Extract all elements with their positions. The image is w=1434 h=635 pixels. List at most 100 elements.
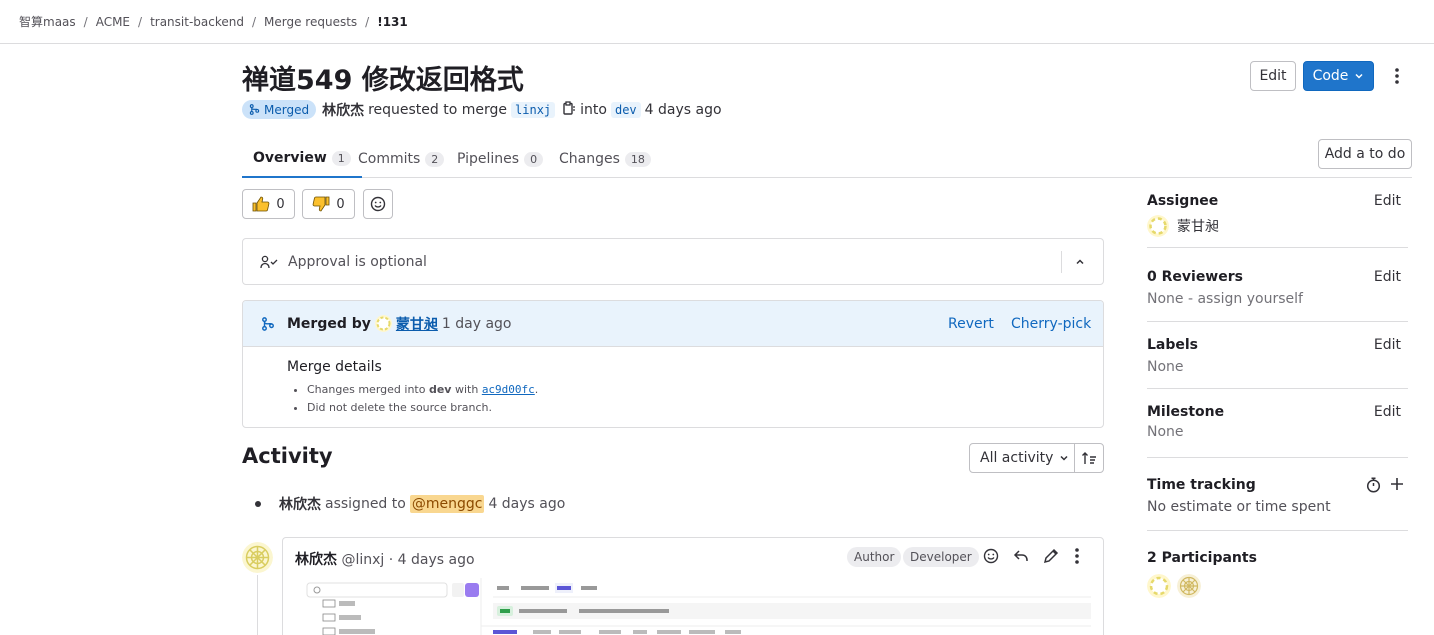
system-note-author[interactable]: 林欣杰 [279,494,321,514]
requested-text: requested to merge [368,101,508,118]
breadcrumb-separator: / [138,14,143,29]
edit-milestone-button[interactable]: Edit [1374,404,1401,420]
thumbsup-button[interactable]: 0 [242,189,295,219]
merged-by-user[interactable]: 蒙甘昶 [396,314,438,334]
tab-count: 1 [331,150,351,166]
reviewers-value[interactable]: None - assign yourself [1147,291,1408,307]
comment-handle[interactable]: @linxj · 4 days ago [341,552,474,568]
sidebar-divider [1147,388,1408,389]
status-badge: Merged [242,100,317,119]
code-dropdown-button[interactable]: Code [1303,61,1374,91]
tab-pipelines[interactable]: Pipelines 0 [457,140,544,178]
revert-button[interactable]: Revert [948,316,994,332]
sidebar-divider [1147,530,1408,531]
mr-author[interactable]: 林欣杰 [322,100,364,120]
breadcrumb-separator: / [251,14,257,29]
smiley-icon [983,548,999,564]
collapse-approval-button[interactable] [1071,253,1089,271]
activity-filter-dropdown[interactable]: All activity [969,443,1075,473]
edit-assignee-button[interactable]: Edit [1374,193,1401,209]
merge-detail-text: with [451,383,482,396]
avatar[interactable] [242,542,273,573]
mr-tabs: Overview 1 Commits 2 Pipelines 0 Changes… [242,140,1412,178]
approval-user-check-icon [260,255,278,268]
sort-direction-button[interactable] [1074,443,1104,473]
comment-author[interactable]: 林欣杰 [295,552,337,568]
sidebar-labels-label: Labels [1147,337,1199,353]
breadcrumb-item-subgroup[interactable]: ACME [96,15,130,29]
sidebar-milestone-label: Milestone [1147,404,1225,420]
more-actions-button[interactable] [1385,61,1409,91]
tab-label: Changes [559,151,620,167]
edit-comment-button[interactable] [1043,548,1059,568]
source-branch[interactable]: linxj [511,101,556,118]
code-button-label: Code [1312,68,1349,84]
role-badge: Developer [903,547,979,567]
sidebar-participants: 2 Participants [1147,550,1408,598]
breadcrumb: 智算maas / ACME / transit-backend / Merge … [0,0,1434,44]
comment-more-button[interactable] [1075,548,1079,568]
merge-widget: Merged by 蒙甘昶 1 day ago Revert Cherry-pi… [242,300,1104,428]
add-time-button[interactable] [1390,477,1404,495]
breadcrumb-item-project[interactable]: transit-backend [150,15,244,29]
breadcrumb-item-merge-requests[interactable]: Merge requests [264,15,357,29]
comment-header: 林欣杰 @linxj · 4 days ago [295,549,475,569]
chevron-up-icon [1076,259,1084,265]
breadcrumb-item-current[interactable]: !131 [377,15,408,29]
approval-divider [1061,251,1062,273]
tab-label: Overview [253,150,327,166]
participant-avatar[interactable] [1177,574,1201,598]
add-reaction-button[interactable] [983,548,999,568]
kebab-icon [1075,548,1079,564]
user-mention[interactable]: @menggc [409,495,485,513]
add-reaction-button[interactable] [363,189,393,219]
edit-reviewers-button[interactable]: Edit [1374,269,1401,285]
thumbsup-count: 0 [276,196,285,212]
avatar [1147,215,1169,237]
cherry-pick-button[interactable]: Cherry-pick [1011,316,1091,332]
commit-sha-link[interactable]: ac9d00fc [482,383,535,396]
author-badge: Author [847,547,902,567]
system-note: 林欣杰 assigned to @menggc 4 days ago [279,494,565,514]
tab-changes[interactable]: Changes 18 [559,140,651,178]
merged-time: 1 day ago [441,315,512,332]
thumbsdown-count: 0 [336,196,345,212]
page-title: 禅道549 修改返回格式 [242,65,524,96]
thumbsdown-icon [313,196,330,212]
merge-detail-text: Changes merged into [307,383,429,396]
sidebar-labels: Labels Edit None [1147,337,1408,375]
add-todo-button[interactable]: Add a to do [1318,139,1412,169]
participant-avatar[interactable] [1147,574,1171,598]
comment-screenshot-image[interactable] [297,578,1091,635]
sidebar-reviewers-label: 0 Reviewers [1147,269,1243,285]
system-note-action: assigned to [325,496,406,512]
stopwatch-icon[interactable] [1366,477,1381,497]
copy-icon[interactable] [563,100,576,119]
activity-title: Activity [242,444,333,468]
tab-overview[interactable]: Overview 1 [242,140,362,178]
sidebar-divider [1147,321,1408,322]
tab-label: Commits [358,151,421,167]
tab-commits[interactable]: Commits 2 [358,140,445,178]
assignee-user[interactable]: 蒙甘昶 [1147,215,1408,237]
edit-labels-button[interactable]: Edit [1374,337,1401,353]
target-branch[interactable]: dev [610,101,641,118]
reply-button[interactable] [1013,548,1029,568]
participants-list [1147,574,1408,598]
activity-filter-label: All activity [980,450,1054,466]
breadcrumb-separator: / [365,14,370,29]
edit-button[interactable]: Edit [1250,61,1296,91]
merged-by-label: Merged by [287,315,371,332]
reply-icon [1013,550,1028,561]
sidebar-divider [1147,247,1408,248]
thumbsdown-button[interactable]: 0 [302,189,355,219]
avatar[interactable] [374,315,392,332]
merge-detail-text: . [534,383,539,396]
sidebar-reviewers: 0 Reviewers Edit None - assign yourself [1147,269,1408,307]
merge-detail-item: Did not delete the source branch. [307,399,1103,417]
breadcrumb-item-group[interactable]: 智算maas [19,13,76,30]
merge-detail-item: Changes merged into dev with ac9d00fc. [307,381,1103,399]
sidebar-participants-label: 2 Participants [1147,550,1257,566]
timeline-dot [255,501,261,507]
merge-detail-branch: dev [428,383,452,396]
